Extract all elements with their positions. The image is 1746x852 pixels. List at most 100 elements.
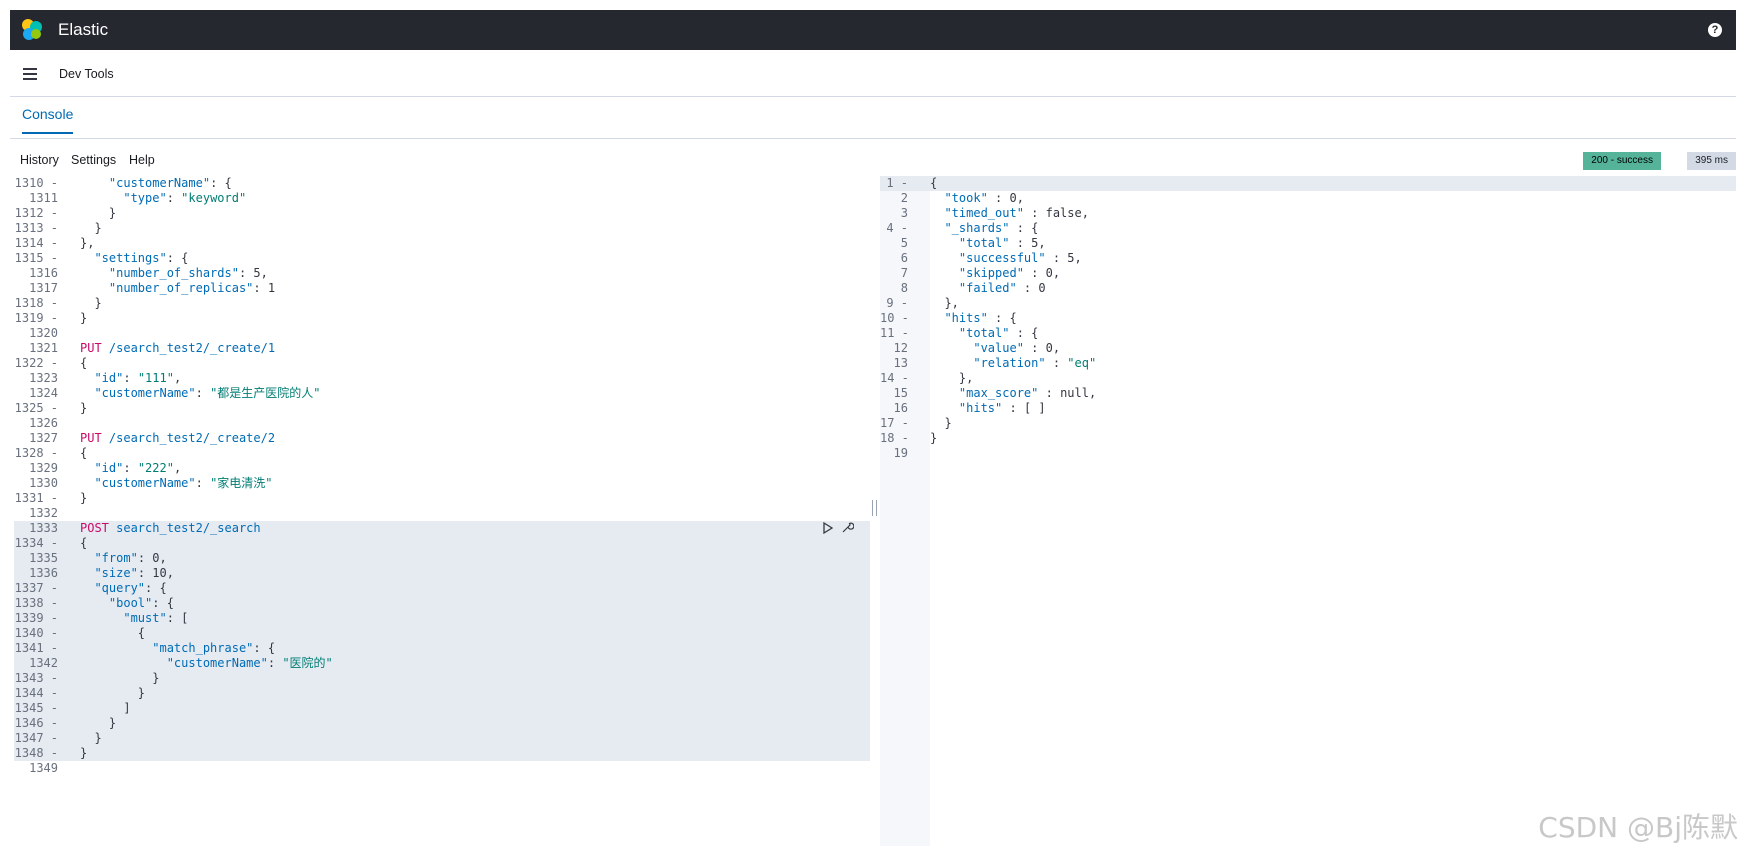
editor-line[interactable]: 1331 -} <box>14 491 870 506</box>
tab-console[interactable]: Console <box>22 106 74 134</box>
editor-line[interactable]: 1343 - } <box>14 671 870 686</box>
editor-line[interactable]: 1339 - "must": [ <box>14 611 870 626</box>
editor-line[interactable]: 1349 <box>14 761 870 776</box>
line-number: 6 <box>900 251 908 265</box>
editor-line[interactable]: 1311 "type": "keyword" <box>14 191 870 206</box>
code-text: { <box>80 446 88 460</box>
editor-line[interactable]: 1329 "id": "222", <box>14 461 870 476</box>
line-number: 1348 - <box>14 746 58 760</box>
line-number: 12 <box>893 341 908 355</box>
line-number: 1327 <box>29 431 58 445</box>
elastic-logo[interactable] <box>20 18 44 42</box>
editor-line[interactable]: 1321 PUT /search_test2/_create/1 <box>14 341 870 356</box>
code-text: "value" : 0, <box>973 341 1061 355</box>
help-link[interactable]: Help <box>129 153 155 167</box>
line-number: 1317 <box>29 281 58 295</box>
line-number: 1336 <box>29 566 58 580</box>
editor-line[interactable]: 1310 - "customerName": { <box>14 176 870 191</box>
code-text: }, <box>930 296 959 310</box>
editor-line[interactable]: 1326 <box>14 416 870 431</box>
editor-line[interactable]: 1332 <box>14 506 870 521</box>
line-number: 1339 - <box>14 611 58 625</box>
line-number: 1338 - <box>14 596 58 610</box>
editor-line[interactable]: 1340 - { <box>14 626 870 641</box>
code-text: "from": 0, <box>94 551 167 565</box>
editor-line[interactable]: 1314 -}, <box>14 236 870 251</box>
app-title: Elastic <box>58 20 109 39</box>
line-number: 1324 <box>29 386 58 400</box>
editor-line[interactable]: 1333 POST search_test2/_search <box>14 521 870 536</box>
editor-line[interactable]: 1323 "id": "111", <box>14 371 870 386</box>
editor-line[interactable]: 1325 -} <box>14 401 870 416</box>
editor-line[interactable]: 1346 - } <box>14 716 870 731</box>
editor-line[interactable]: 1328 - { <box>14 446 870 461</box>
line-number: 1343 - <box>14 671 58 685</box>
editor-line[interactable]: 1345 - ] <box>14 701 870 716</box>
line-number: 1313 - <box>14 221 58 235</box>
editor-line[interactable]: 1338 - "bool": { <box>14 596 870 611</box>
code-text: "total" : 5, <box>958 236 1046 250</box>
line-number: 1 - <box>886 176 908 190</box>
editor-line[interactable]: 1324 "customerName": "都是生产医院的人" <box>14 386 870 401</box>
tab-bar: Console <box>10 98 1736 139</box>
editor-line[interactable]: 1335 "from": 0, <box>14 551 870 566</box>
settings-link[interactable]: Settings <box>71 153 116 167</box>
editor-line[interactable]: 1336 "size": 10, <box>14 566 870 581</box>
editor-line[interactable]: 1319 -} <box>14 311 870 326</box>
code-text: "hits" : [ ] <box>958 401 1046 415</box>
line-number: 4 - <box>886 221 908 235</box>
editor-line[interactable]: 1347 - } <box>14 731 870 746</box>
output-line: 7 "skipped" : 0, <box>880 266 1736 281</box>
editor-line[interactable]: 1344 - } <box>14 686 870 701</box>
run-request-icon[interactable] <box>822 521 834 535</box>
editor-line[interactable]: 1342 "customerName": "医院的" <box>14 656 870 671</box>
editor-line[interactable]: 1337 - "query": { <box>14 581 870 596</box>
code-text: "bool": { <box>108 596 174 610</box>
code-text: PUT /search_test2/_create/1 <box>80 341 276 355</box>
editor-line[interactable]: 1348 -} <box>14 746 870 761</box>
code-text: } <box>930 416 952 430</box>
history-link[interactable]: History <box>20 153 59 167</box>
editor-line[interactable]: 1330 "customerName": "家电清洗" <box>14 476 870 491</box>
output-line: 12 "value" : 0, <box>880 341 1736 356</box>
line-number: 1341 - <box>14 641 58 655</box>
editor-line[interactable]: 1317 "number_of_replicas": 1 <box>14 281 870 296</box>
menu-icon[interactable] <box>23 68 37 80</box>
line-number: 19 <box>893 446 908 460</box>
line-number: 17 - <box>880 416 909 430</box>
code-text: } <box>80 401 88 415</box>
response-output[interactable]: 1 -{2 "took" : 0, 3 "timed_out" : false, 4… <box>880 176 1736 846</box>
editor-line[interactable]: 1334 - { <box>14 536 870 551</box>
editor-line[interactable]: 1322 - { <box>14 356 870 371</box>
line-number: 1312 - <box>14 206 58 220</box>
line-number: 1316 <box>29 266 58 280</box>
code-text: "query": { <box>94 581 167 595</box>
editor-line[interactable]: 1327 PUT /search_test2/_create/2 <box>14 431 870 446</box>
output-line: 17 - } <box>880 416 1736 431</box>
line-number: 1321 <box>29 341 58 355</box>
line-number: 1346 - <box>14 716 58 730</box>
editor-line[interactable]: 1318 - } <box>14 296 870 311</box>
help-icon[interactable]: ? <box>1708 23 1722 37</box>
line-number: 1319 - <box>14 311 58 325</box>
code-text: } <box>80 716 117 730</box>
line-number: 8 <box>900 281 908 295</box>
line-number: 10 - <box>880 311 909 325</box>
code-text: "size": 10, <box>94 566 174 580</box>
editor-line[interactable]: 1315 - "settings": { <box>14 251 870 266</box>
pane-resizer[interactable] <box>872 500 877 516</box>
breadcrumb[interactable]: Dev Tools <box>59 67 114 81</box>
wrench-icon[interactable] <box>840 521 855 535</box>
editor-line[interactable]: 1312 - } <box>14 206 870 221</box>
code-text: } <box>80 746 88 760</box>
editor-line[interactable]: 1320 <box>14 326 870 341</box>
line-number: 1325 - <box>14 401 58 415</box>
line-number: 3 <box>900 206 908 220</box>
line-number: 5 <box>900 236 908 250</box>
editor-line[interactable]: 1313 - } <box>14 221 870 236</box>
editor-line[interactable]: 1316 "number_of_shards": 5, <box>14 266 870 281</box>
line-number: 1318 - <box>14 296 58 310</box>
editor-line[interactable]: 1341 - "match_phrase": { <box>14 641 870 656</box>
code-text: } <box>80 206 117 220</box>
request-editor[interactable]: 1310 - "customerName": {1311 "type": "ke… <box>14 176 870 846</box>
